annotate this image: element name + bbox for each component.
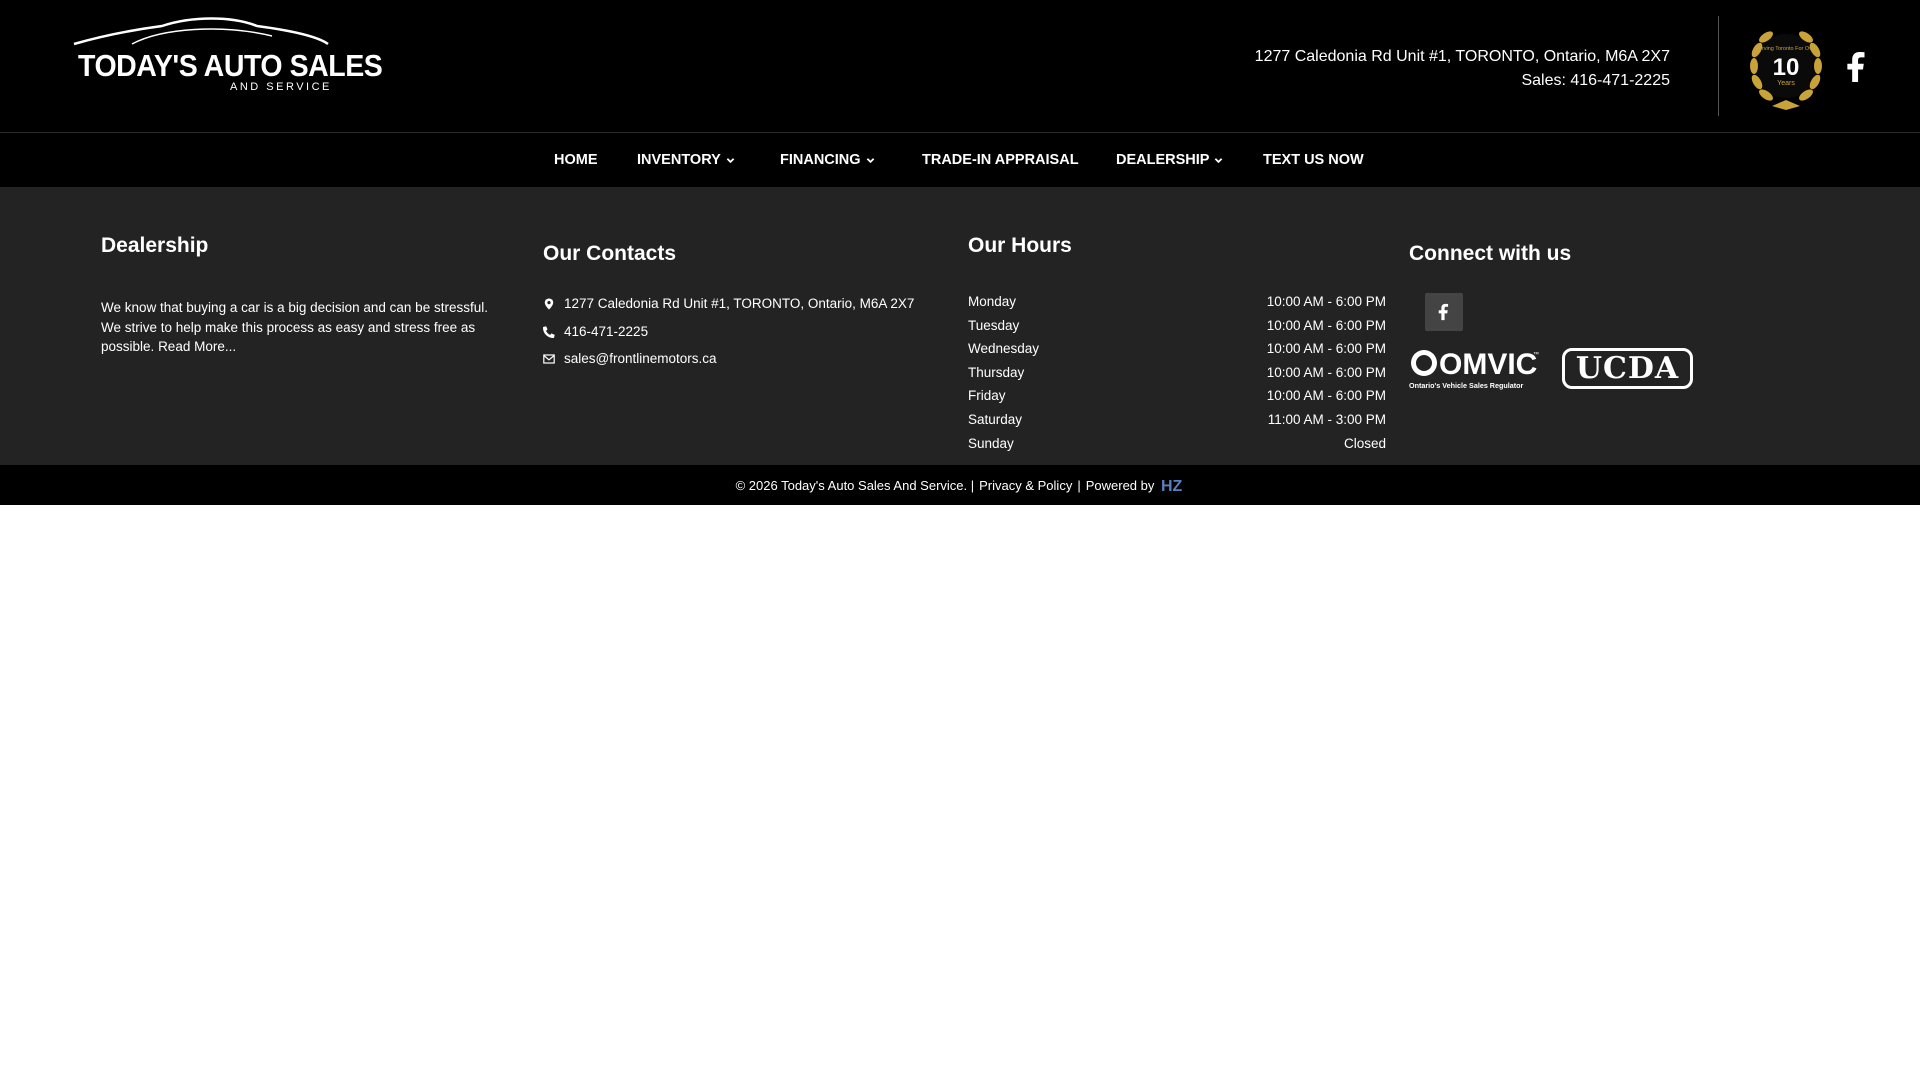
chevron-down-icon <box>866 157 874 163</box>
copyright-bar: © 2026 Today's Auto Sales And Service. |… <box>0 465 1920 505</box>
powered-by-text: Powered by <box>1085 477 1155 493</box>
envelope-icon <box>543 353 555 364</box>
dealership-title: Dealership <box>101 234 209 257</box>
hours-row-thursday: Thursday 10:00 AM - 6:00 PM <box>968 365 1386 380</box>
hours-time: 10:00 AM - 6:00 PM <box>1266 341 1386 356</box>
hz-logo[interactable]: HZ <box>1160 473 1184 497</box>
contact-email: sales@frontlinemotors.ca <box>564 351 717 366</box>
hours-time: 10:00 AM - 6:00 PM <box>1266 365 1386 380</box>
hours-row-friday: Friday 10:00 AM - 6:00 PM <box>968 388 1386 403</box>
hours-day: Monday <box>968 294 1017 309</box>
logo-title: TODAY'S AUTO SALES <box>78 48 383 83</box>
nav-financing[interactable]: FINANCING <box>780 133 875 187</box>
connect-title: Connect with us <box>1409 242 1572 265</box>
hours-day: Sunday <box>968 436 1014 451</box>
facebook-icon[interactable] <box>1844 52 1870 82</box>
header-divider <box>1718 16 1719 116</box>
ucda-logo[interactable]: UCDA <box>1562 348 1693 389</box>
nav-dealership[interactable]: DEALERSHIP <box>1116 133 1223 187</box>
nav-home[interactable]: HOME <box>554 133 598 187</box>
dealership-about-text: We know that buying a car is a big decis… <box>101 298 496 357</box>
hours-time: 10:00 AM - 6:00 PM <box>1266 388 1386 403</box>
omvic-subtitle: Ontario's Vehicle Sales Regulator <box>1409 381 1524 390</box>
omvic-trademark: ™ <box>1533 351 1539 358</box>
hours-day: Friday <box>968 388 1006 403</box>
contacts-title: Our Contacts <box>543 242 677 265</box>
svg-text:HZ: HZ <box>1161 478 1183 495</box>
hours-row-monday: Monday 10:00 AM - 6:00 PM <box>968 294 1386 309</box>
contact-address: 1277 Caledonia Rd Unit #1, TORONTO, Onta… <box>564 296 915 311</box>
hours-time: Closed <box>1343 436 1386 451</box>
header-sales-phone[interactable]: Sales: 416-471-2225 <box>1255 69 1670 93</box>
hours-row-sunday: Sunday Closed <box>968 436 1386 451</box>
phone-icon <box>543 325 555 338</box>
read-more-link[interactable]: Read More... <box>158 339 236 354</box>
site-logo[interactable]: TODAY'S AUTO SALES AND SERVICE <box>72 14 383 96</box>
contact-email-row[interactable]: sales@frontlinemotors.ca <box>543 351 717 366</box>
hours-day: Tuesday <box>968 318 1020 333</box>
hours-row-saturday: Saturday 11:00 AM - 3:00 PM <box>968 412 1386 427</box>
header-contact-info: 1277 Caledonia Rd Unit #1, TORONTO, Onta… <box>1255 45 1670 93</box>
laurel-wreath-icon: Serving Toronto For Over 10 Years <box>1750 31 1822 110</box>
badge-top-text: Serving Toronto For Over <box>1755 46 1817 52</box>
hours-day: Wednesday <box>968 341 1040 356</box>
map-pin-icon <box>544 298 554 309</box>
hours-row-wednesday: Wednesday 10:00 AM - 6:00 PM <box>968 341 1386 356</box>
contact-phone: 416-471-2225 <box>564 324 649 339</box>
nav-trade-in-appraisal[interactable]: TRADE-IN APPRAISAL <box>922 133 1079 187</box>
badge-number: 10 <box>1773 54 1800 81</box>
hours-row-tuesday: Tuesday 10:00 AM - 6:00 PM <box>968 318 1386 333</box>
site-header: TODAY'S AUTO SALES AND SERVICE 1277 Cale… <box>0 0 1920 132</box>
contact-address-row[interactable]: 1277 Caledonia Rd Unit #1, TORONTO, Onta… <box>543 296 914 311</box>
logo-subtitle: AND SERVICE <box>230 81 332 93</box>
hours-title: Our Hours <box>968 234 1072 257</box>
facebook-icon <box>1438 303 1449 321</box>
hours-day: Saturday <box>968 412 1023 427</box>
hours-day: Thursday <box>968 365 1025 380</box>
badge-bottom-text: Years <box>1777 80 1795 87</box>
hours-time: 11:00 AM - 3:00 PM <box>1267 412 1386 427</box>
hours-time: 10:00 AM - 6:00 PM <box>1266 318 1386 333</box>
contact-phone-row[interactable]: 416-471-2225 <box>543 324 648 339</box>
separator: | <box>1077 477 1081 493</box>
header-address[interactable]: 1277 Caledonia Rd Unit #1, TORONTO, Onta… <box>1255 45 1670 69</box>
privacy-policy-link[interactable]: Privacy & Policy <box>979 478 1072 493</box>
main-navigation: HOME INVENTORY FINANCING TRADE-IN APPRAI… <box>0 132 1920 187</box>
chevron-down-icon <box>1215 157 1223 163</box>
omvic-text: OMVIC <box>1439 348 1537 381</box>
nav-text-us-now[interactable]: TEXT US NOW <box>1263 133 1364 187</box>
chevron-down-icon <box>726 157 735 163</box>
ten-years-badge: Serving Toronto For Over 10 Years <box>1742 22 1830 112</box>
nav-inventory[interactable]: INVENTORY <box>637 133 735 187</box>
hours-time: 10:00 AM - 6:00 PM <box>1266 294 1386 309</box>
facebook-social-button[interactable] <box>1425 293 1463 331</box>
omvic-logo[interactable]: OMVIC ™ Ontario's Vehicle Sales Regulato… <box>1409 344 1541 392</box>
copyright-text: © 2026 Today's Auto Sales And Service. | <box>735 477 975 493</box>
